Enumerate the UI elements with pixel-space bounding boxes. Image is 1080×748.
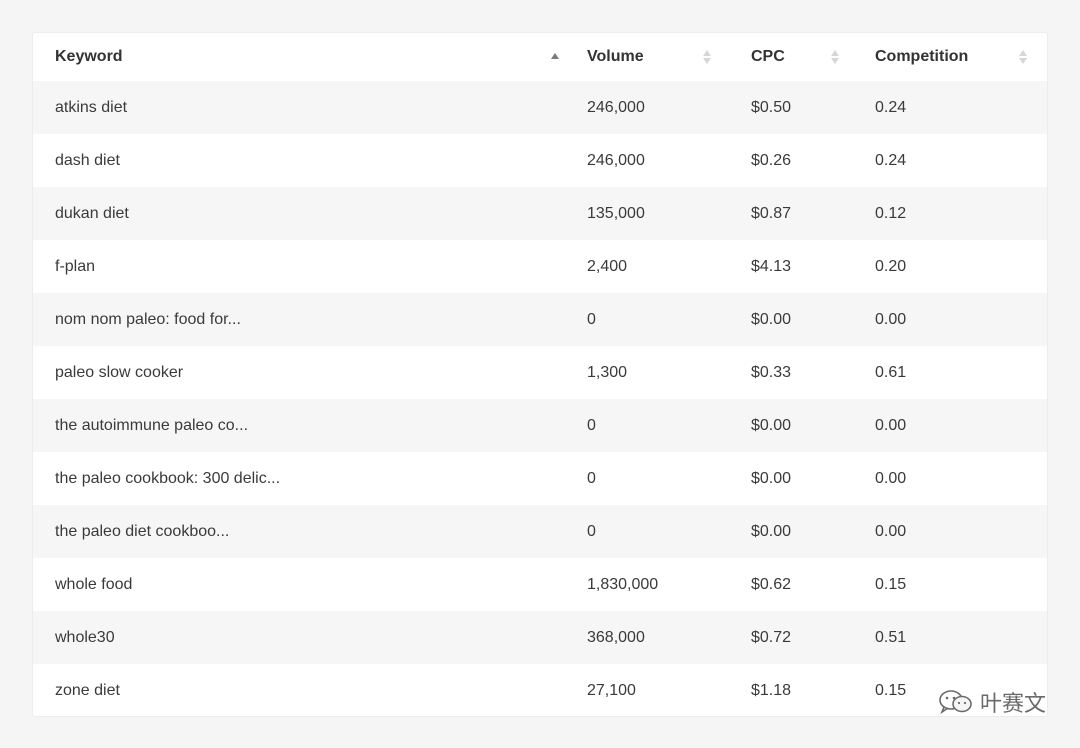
- table-row[interactable]: f-plan 2,400 $4.13 0.20: [33, 240, 1047, 293]
- wechat-icon: [938, 689, 974, 715]
- keyword-cell: atkins diet: [55, 98, 128, 116]
- cpc-cell: $0.26: [751, 151, 792, 169]
- keyword-cell: nom nom paleo: food for...: [55, 310, 241, 328]
- keyword-cell: zone diet: [55, 681, 120, 699]
- sort-volume-icon[interactable]: [701, 33, 713, 81]
- cpc-cell: $0.00: [751, 416, 792, 434]
- volume-cell: 0: [587, 522, 596, 540]
- table-row[interactable]: whole food 1,830,000 $0.62 0.15: [33, 558, 1047, 611]
- cpc-cell: $0.00: [751, 522, 792, 540]
- volume-cell: 0: [587, 416, 596, 434]
- keyword-cell: paleo slow cooker: [55, 363, 184, 381]
- competition-cell: 0.00: [875, 469, 907, 487]
- volume-cell: 27,100: [587, 681, 636, 699]
- competition-cell: 0.61: [875, 363, 907, 381]
- keyword-cell: the paleo cookbook: 300 delic...: [55, 469, 281, 487]
- keyword-cell: the autoimmune paleo co...: [55, 416, 249, 434]
- table-row[interactable]: atkins diet 246,000 $0.50 0.24: [33, 81, 1047, 134]
- column-header-volume[interactable]: Volume: [587, 33, 707, 81]
- sort-keyword-icon[interactable]: [549, 33, 561, 81]
- keyword-cell: whole30: [55, 628, 115, 646]
- cpc-cell: $0.87: [751, 204, 792, 222]
- table-header: Keyword Volume CPC Competition: [33, 33, 1047, 81]
- sort-competition-icon[interactable]: [1017, 33, 1029, 81]
- table-body: atkins diet 246,000 $0.50 0.24 dash diet 246,…: [33, 81, 1047, 716]
- keyword-cell: dukan diet: [55, 204, 129, 222]
- cpc-cell: $4.13: [751, 257, 792, 275]
- cpc-cell: $0.33: [751, 363, 792, 381]
- table-row[interactable]: dash diet 246,000 $0.26 0.24: [33, 134, 1047, 187]
- cpc-cell: $0.00: [751, 469, 792, 487]
- cpc-cell: $0.00: [751, 310, 792, 328]
- volume-cell: 2,400: [587, 257, 628, 275]
- table-row[interactable]: the paleo cookbook: 300 delic... 0 $0.00 0.…: [33, 452, 1047, 505]
- competition-cell: 0.00: [875, 416, 907, 434]
- column-header-cpc[interactable]: CPC: [751, 33, 841, 81]
- watermark-text: 叶赛文: [979, 692, 1046, 717]
- volume-cell: 0: [587, 310, 596, 328]
- column-header-keyword[interactable]: Keyword: [55, 33, 555, 81]
- volume-cell: 135,000: [587, 204, 645, 222]
- cpc-cell: $1.18: [751, 681, 792, 699]
- table-row[interactable]: dukan diet 135,000 $0.87 0.12: [33, 187, 1047, 240]
- competition-cell: 0.15: [875, 575, 907, 593]
- table-row[interactable]: nom nom paleo: food for... 0 $0.00 0.00: [33, 293, 1047, 346]
- volume-cell: 0: [587, 469, 596, 487]
- competition-cell: 0.20: [875, 257, 907, 275]
- keyword-cell: the paleo diet cookboo...: [55, 522, 230, 540]
- competition-cell: 0.00: [875, 310, 907, 328]
- table-row[interactable]: zone diet 27,100 $1.18 0.15: [33, 664, 1047, 716]
- table-row[interactable]: the paleo diet cookboo... 0 $0.00 0.00: [33, 505, 1047, 558]
- column-header-competition[interactable]: Competition: [875, 33, 1005, 81]
- competition-cell: 0.51: [875, 628, 907, 646]
- volume-cell: 1,300: [587, 363, 628, 381]
- cpc-cell: $0.72: [751, 628, 792, 646]
- keyword-table: Keyword Volume CPC Competition atkins di…: [32, 32, 1048, 717]
- keyword-cell: dash diet: [55, 151, 120, 169]
- table-row[interactable]: the autoimmune paleo co... 0 $0.00 0.00: [33, 399, 1047, 452]
- watermark: 叶赛文: [938, 686, 1046, 718]
- competition-cell: 0.24: [875, 98, 907, 116]
- competition-cell: 0.24: [875, 151, 907, 169]
- volume-cell: 1,830,000: [587, 575, 659, 593]
- competition-cell: 0.00: [875, 522, 907, 540]
- cpc-cell: $0.62: [751, 575, 792, 593]
- keyword-cell: f-plan: [55, 257, 96, 275]
- volume-cell: 246,000: [587, 151, 645, 169]
- table-row[interactable]: paleo slow cooker 1,300 $0.33 0.61: [33, 346, 1047, 399]
- volume-cell: 246,000: [587, 98, 645, 116]
- sort-cpc-icon[interactable]: [829, 33, 841, 81]
- cpc-cell: $0.50: [751, 98, 792, 116]
- competition-cell: 0.12: [875, 204, 907, 222]
- table-row[interactable]: whole30 368,000 $0.72 0.51: [33, 611, 1047, 664]
- keyword-cell: whole food: [55, 575, 133, 593]
- volume-cell: 368,000: [587, 628, 645, 646]
